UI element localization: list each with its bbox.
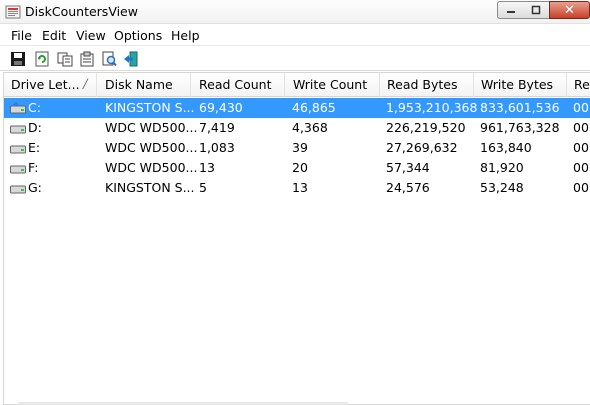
- cell-extra: 00:: [573, 180, 590, 195]
- column-header-label: Read Bytes: [387, 77, 458, 92]
- table-row[interactable]: E: WDC WD500... 1,083 39 27,269,632 163,840 00…: [4, 138, 590, 158]
- cell-write-bytes: 81,920: [480, 160, 524, 175]
- cell-disk: KINGSTON S...: [105, 180, 195, 195]
- column-header-label: Drive Let...: [11, 77, 80, 92]
- cell-drive: C:: [28, 100, 41, 115]
- column-header-read-count[interactable]: Read Count: [192, 73, 285, 97]
- cell-read-bytes: 226,219,520: [386, 120, 466, 135]
- cell-drive: G:: [28, 180, 42, 195]
- save-icon: [11, 52, 25, 66]
- close-icon: ✕: [564, 2, 575, 18]
- copy-button[interactable]: [56, 50, 74, 68]
- cell-drive: D:: [28, 120, 42, 135]
- refresh-button[interactable]: [33, 50, 51, 68]
- close-button[interactable]: ✕: [549, 1, 590, 19]
- maximize-button[interactable]: [523, 1, 550, 19]
- save-button[interactable]: [9, 50, 27, 68]
- cell-disk: WDC WD500...: [105, 120, 198, 135]
- system-drive-icon: [10, 102, 26, 114]
- column-header-label: Read Count: [199, 77, 272, 92]
- list-header: Drive Let... ╱ Disk Name Read Count Writ…: [4, 73, 590, 97]
- column-header-more[interactable]: Re: [567, 73, 590, 97]
- cell-extra: 00:: [573, 100, 590, 115]
- cell-disk: KINGSTON S...: [105, 100, 195, 115]
- disk-list[interactable]: Drive Let... ╱ Disk Name Read Count Writ…: [3, 72, 590, 405]
- table-row[interactable]: C: KINGSTON S... 69,430 46,865 1,953,210,368…: [4, 98, 590, 118]
- cell-disk: WDC WD500...: [105, 160, 198, 175]
- cell-write-count: 4,368: [292, 120, 328, 135]
- menu-help[interactable]: Help: [171, 28, 200, 43]
- table-row[interactable]: F: WDC WD500...13 20 57,344 81,920 00:: [4, 158, 590, 178]
- cell-write-count: 20: [292, 160, 308, 175]
- column-header-write-bytes[interactable]: Write Bytes: [474, 73, 567, 97]
- cell-read-count: 1,083: [199, 140, 235, 155]
- app-icon: [5, 5, 21, 19]
- hard-drive-icon: [10, 165, 26, 174]
- table-row[interactable]: D: WDC WD500... 7,419 4,368 226,219,520 961,7…: [4, 118, 590, 138]
- maximize-icon: [531, 5, 541, 15]
- find-icon: [102, 51, 117, 67]
- hard-drive-icon: [10, 125, 26, 134]
- cell-write-bytes: 833,601,536: [480, 100, 560, 115]
- menu-bar: File Edit View Options Help: [0, 25, 590, 46]
- toolbar: [0, 47, 590, 71]
- cell-read-bytes: 57,344: [386, 160, 430, 175]
- cell-write-bytes: 961,763,328: [480, 120, 560, 135]
- hard-drive-icon: [10, 185, 26, 194]
- copy-icon: [57, 52, 73, 67]
- table-row[interactable]: G: KINGSTON S... 5 13 24,576 53,248 00:: [4, 178, 590, 198]
- window-title: DiskCountersView: [25, 4, 138, 19]
- cell-read-bytes: 1,953,210,368: [386, 100, 478, 115]
- column-header-read-bytes[interactable]: Read Bytes: [380, 73, 474, 97]
- column-header-label: Write Bytes: [481, 77, 554, 92]
- app-window: DiskCountersView ✕ File Edit View Option…: [0, 0, 590, 405]
- cell-read-bytes: 24,576: [386, 180, 430, 195]
- refresh-icon: [35, 51, 49, 67]
- cell-drive: E:: [28, 140, 41, 155]
- hard-drive-icon: [10, 145, 26, 154]
- menu-file[interactable]: File: [11, 28, 32, 43]
- cell-drive: F:: [28, 160, 39, 175]
- cell-extra: 00:: [573, 140, 590, 155]
- exit-button[interactable]: [122, 50, 140, 68]
- menu-options[interactable]: Options: [114, 28, 162, 43]
- cell-write-bytes: 163,840: [480, 140, 532, 155]
- cell-read-count: 7,419: [199, 120, 235, 135]
- minimize-button[interactable]: [497, 1, 524, 19]
- cell-write-count: 39: [292, 140, 308, 155]
- cell-write-count: 13: [292, 180, 308, 195]
- cell-disk: WDC WD500...: [105, 140, 198, 155]
- minimize-icon: [506, 11, 515, 13]
- properties-icon: [80, 51, 94, 67]
- menu-edit[interactable]: Edit: [42, 28, 66, 43]
- column-header-disk-name[interactable]: Disk Name: [98, 73, 191, 97]
- exit-icon: [124, 51, 138, 67]
- title-bar[interactable]: DiskCountersView ✕: [0, 0, 590, 24]
- cell-extra: 00:: [573, 160, 590, 175]
- column-header-label: Write Count: [293, 77, 368, 92]
- column-header-label: Disk Name: [105, 77, 173, 92]
- find-button[interactable]: [100, 50, 118, 68]
- cell-read-count: 69,430: [199, 100, 243, 115]
- menu-view[interactable]: View: [76, 28, 106, 43]
- cell-read-count: 13: [199, 160, 215, 175]
- cell-extra: 00:: [573, 120, 590, 135]
- cell-read-count: 5: [199, 180, 207, 195]
- cell-write-count: 46,865: [292, 100, 336, 115]
- column-header-drive-letter[interactable]: Drive Let... ╱: [4, 73, 97, 97]
- column-header-label: Re: [574, 77, 590, 92]
- sort-indicator-icon: ╱: [82, 80, 88, 90]
- cell-write-bytes: 53,248: [480, 180, 524, 195]
- column-header-write-count[interactable]: Write Count: [286, 73, 380, 97]
- properties-button[interactable]: [78, 50, 96, 68]
- cell-read-bytes: 27,269,632: [386, 140, 458, 155]
